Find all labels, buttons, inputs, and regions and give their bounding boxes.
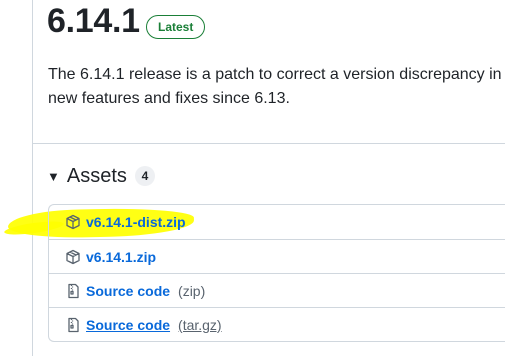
package-icon xyxy=(65,214,81,230)
source-code-targz-link[interactable]: Source code xyxy=(86,317,170,333)
release-title: 6.14.1 xyxy=(47,2,140,40)
description-line-2: new features and fixes since 6.13. xyxy=(48,90,290,107)
assets-title: Assets xyxy=(66,164,127,187)
assets-list: v6.14.1-dist.zip v6.14.1.zip Source code… xyxy=(48,204,505,342)
source-code-zip-ext: (zip) xyxy=(178,282,206,299)
file-zip-icon xyxy=(65,317,81,333)
caret-down-icon: ▼ xyxy=(47,168,60,184)
file-zip-icon xyxy=(65,283,81,299)
asset-link-dist-zip[interactable]: v6.14.1-dist.zip xyxy=(86,214,186,230)
source-code-targz-ext: (tar.gz) xyxy=(178,316,222,333)
asset-link-version-zip[interactable]: v6.14.1.zip xyxy=(86,249,156,265)
assets-toggle[interactable]: ▼ Assets 4 xyxy=(47,163,155,189)
assets-count-badge: 4 xyxy=(134,166,155,186)
latest-badge: Latest xyxy=(146,15,206,39)
description-line-1: The 6.14.1 release is a patch to correct… xyxy=(48,66,505,83)
package-icon xyxy=(65,249,81,265)
asset-row: v6.14.1-dist.zip xyxy=(49,205,505,239)
release-description: The 6.14.1 release is a patch to correct… xyxy=(48,63,505,111)
asset-row: Source code (zip) xyxy=(49,273,505,307)
section-divider xyxy=(32,143,505,144)
source-code-zip-link[interactable]: Source code xyxy=(86,283,170,299)
asset-row: v6.14.1.zip xyxy=(49,239,505,273)
asset-row: Source code (tar.gz) xyxy=(49,307,505,341)
